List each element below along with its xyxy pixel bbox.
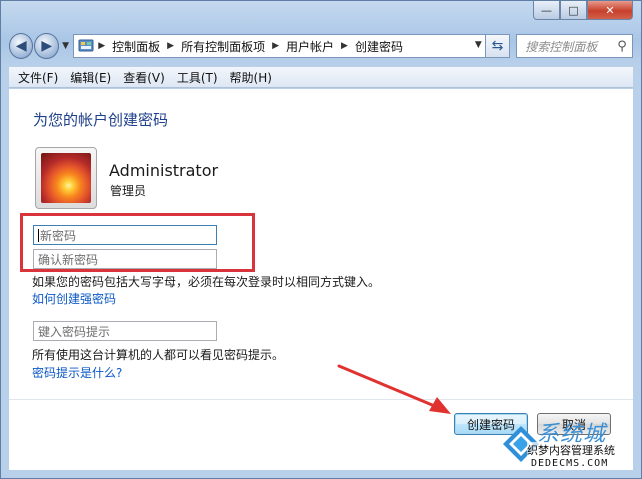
menu-file[interactable]: 文件(F) xyxy=(12,69,64,86)
menu-help[interactable]: 帮助(H) xyxy=(224,69,278,86)
password-hint-placeholder: 键入密码提示 xyxy=(38,324,111,339)
watermark-subtitle: 织梦内容管理系统 xyxy=(527,442,615,458)
breadcrumb-chevron-icon[interactable]: ▶ xyxy=(167,41,174,51)
breadcrumb-item[interactable]: 创建密码 xyxy=(355,38,403,55)
hint-note: 所有使用这台计算机的人都可以看见密码提示。 xyxy=(32,348,285,362)
control-panel-window: — □ ✕ ◀ ▶ ▼ ▶ 控制面板 ▶ 所有控制面板项 ▶ 用户帐户 ▶ 创建… xyxy=(0,0,642,479)
forward-arrow-icon: ▶ xyxy=(41,38,53,54)
recent-pages-dropdown[interactable]: ▼ xyxy=(60,41,71,51)
page-title: 为您的帐户创建密码 xyxy=(33,111,169,129)
minimize-button[interactable]: — xyxy=(533,1,560,20)
menu-view[interactable]: 查看(V) xyxy=(117,69,171,86)
breadcrumb-chevron-icon[interactable]: ▶ xyxy=(272,41,279,51)
forward-button[interactable]: ▶ xyxy=(34,33,59,59)
breadcrumb-item[interactable]: 控制面板 xyxy=(112,38,160,55)
maximize-button[interactable]: □ xyxy=(560,1,587,20)
password-hint-link[interactable]: 密码提示是什么? xyxy=(32,364,122,381)
address-dropdown-icon[interactable]: ▼ xyxy=(475,40,482,50)
back-button[interactable]: ◀ xyxy=(9,33,34,59)
address-bar[interactable]: ▶ 控制面板 ▶ 所有控制面板项 ▶ 用户帐户 ▶ 创建密码 ▼ xyxy=(73,34,486,58)
control-panel-icon xyxy=(78,39,94,52)
refresh-button[interactable]: ⇆ xyxy=(485,34,511,58)
user-role: 管理员 xyxy=(110,184,147,198)
menu-bar: 文件(F) 编辑(E) 查看(V) 工具(T) 帮助(H) xyxy=(9,67,633,88)
refresh-icon: ⇆ xyxy=(491,38,504,54)
menu-tools[interactable]: 工具(T) xyxy=(171,69,224,86)
search-box[interactable]: 搜索控制面板 ⚲ xyxy=(516,34,633,58)
breadcrumb-item[interactable]: 用户帐户 xyxy=(286,38,334,55)
menu-edit[interactable]: 编辑(E) xyxy=(64,69,117,86)
search-icon[interactable]: ⚲ xyxy=(612,39,632,54)
back-arrow-icon: ◀ xyxy=(15,38,27,54)
watermark-domain: DEDECMS.COM xyxy=(531,458,609,469)
search-input[interactable]: 搜索控制面板 xyxy=(525,38,612,55)
user-picture-flower-icon xyxy=(41,153,91,203)
breadcrumb-chevron-icon: ▶ xyxy=(98,41,106,51)
divider xyxy=(9,399,633,400)
password-hint-field[interactable]: 键入密码提示 xyxy=(33,321,217,341)
strong-password-link[interactable]: 如何创建强密码 xyxy=(32,290,116,307)
avatar xyxy=(35,147,97,209)
navigation-bar: ◀ ▶ ▼ ▶ 控制面板 ▶ 所有控制面板项 ▶ 用户帐户 ▶ 创建密码 ▼ ⇆ xyxy=(9,31,633,61)
breadcrumb-item[interactable]: 所有控制面板项 xyxy=(181,38,265,55)
caps-note: 如果您的密码包括大写字母，必须在每次登录时以相同方式键入。 xyxy=(32,275,381,289)
breadcrumb: 控制面板 ▶ 所有控制面板项 ▶ 用户帐户 ▶ 创建密码 xyxy=(112,38,403,55)
site-watermark: 系统城 织梦内容管理系统 DEDECMS.COM xyxy=(491,412,641,478)
highlight-box xyxy=(20,213,255,272)
breadcrumb-chevron-icon[interactable]: ▶ xyxy=(341,41,348,51)
window-caption-buttons: — □ ✕ xyxy=(533,1,633,20)
close-button[interactable]: ✕ xyxy=(587,1,633,20)
user-name: Administrator xyxy=(109,161,219,180)
